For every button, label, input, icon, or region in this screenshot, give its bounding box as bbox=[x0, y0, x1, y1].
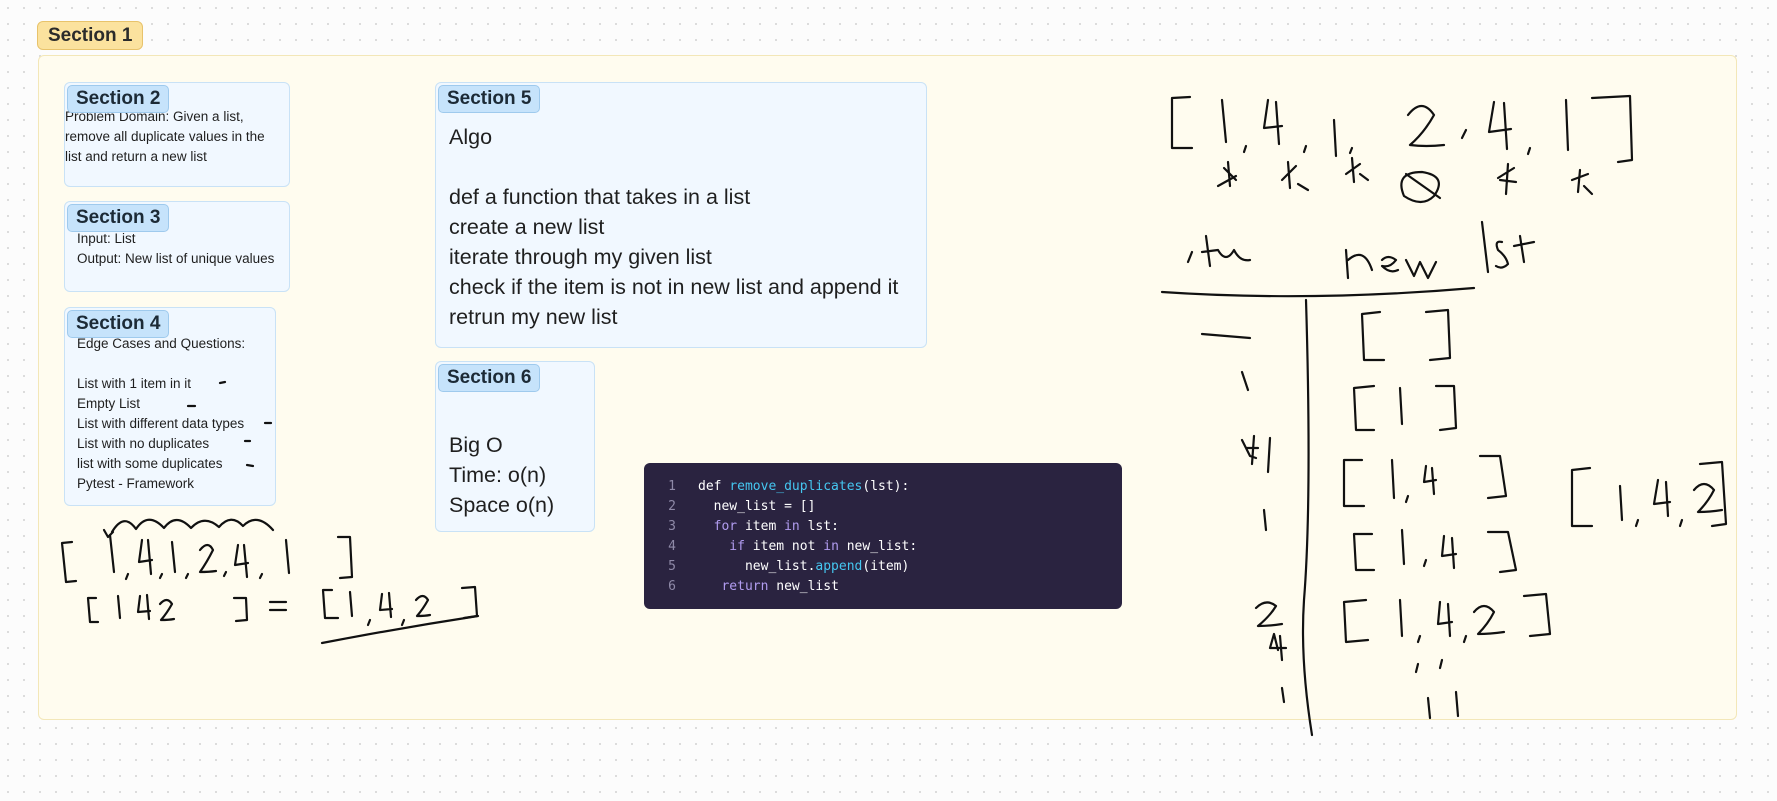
section-6-text: Big O Time: o(n) Space o(n) bbox=[449, 400, 554, 520]
line-number: 6 bbox=[668, 579, 676, 594]
section-4-label[interactable]: Section 4 bbox=[67, 310, 170, 338]
code-keyword: return bbox=[698, 579, 769, 594]
text-line: list with some duplicates bbox=[77, 456, 223, 471]
text-line: Output: New list of unique values bbox=[77, 251, 275, 266]
code-keyword: in bbox=[784, 519, 800, 534]
code-function-name: remove_duplicates bbox=[729, 479, 863, 494]
text-line: iterate through my given list bbox=[449, 245, 712, 269]
line-number: 3 bbox=[668, 519, 676, 534]
text-line: List with 1 item in it bbox=[77, 376, 192, 391]
section-3-card[interactable]: Input: List Output: New list of unique v… bbox=[64, 201, 290, 292]
section-4-text: Edge Cases and Questions: List with 1 it… bbox=[77, 334, 245, 494]
line-number: 1 bbox=[668, 479, 676, 494]
text-line: Algo bbox=[449, 125, 493, 149]
text-line bbox=[449, 400, 554, 430]
section-5-label[interactable]: Section 5 bbox=[438, 85, 541, 113]
code-text: new_list = [] bbox=[698, 499, 816, 514]
text-line: list and return a new list bbox=[65, 149, 207, 164]
section-6-label[interactable]: Section 6 bbox=[438, 364, 541, 392]
text-line: List with no duplicates bbox=[77, 436, 210, 451]
code-keyword: for bbox=[698, 519, 738, 534]
code-text: (item) bbox=[862, 559, 910, 574]
code-text: (lst): bbox=[862, 479, 910, 494]
code-keyword: in bbox=[823, 539, 839, 554]
code-line: 3 for item in lst: bbox=[644, 517, 1122, 537]
text-line: check if the item is not in new list and… bbox=[449, 275, 899, 299]
line-number: 4 bbox=[668, 539, 676, 554]
section-2-card[interactable]: Problem Domain: Given a list, remove all… bbox=[64, 82, 290, 187]
line-number: 2 bbox=[668, 499, 676, 514]
code-keyword: def bbox=[698, 479, 722, 494]
section-3-label[interactable]: Section 3 bbox=[67, 204, 170, 232]
code-line: 4 if item not in new_list: bbox=[644, 537, 1122, 557]
section-3-text: Input: List Output: New list of unique v… bbox=[77, 229, 274, 269]
text-line: List with different data types bbox=[77, 416, 245, 431]
code-line: 6 return new_list bbox=[644, 577, 1122, 597]
section-4-card[interactable]: Edge Cases and Questions: List with 1 it… bbox=[64, 307, 276, 506]
section-1-label[interactable]: Section 1 bbox=[37, 21, 144, 50]
text-line: Time: o(n) bbox=[449, 463, 547, 487]
text-line: create a new list bbox=[449, 215, 605, 239]
code-text: new_list bbox=[768, 579, 839, 594]
section-5-card[interactable]: Algo def a function that takes in a list… bbox=[435, 82, 927, 348]
text-line: Space o(n) bbox=[449, 493, 555, 517]
text-line: Empty List bbox=[77, 396, 141, 411]
code-text: new_list. bbox=[698, 559, 816, 574]
text-line: remove all duplicate values in the bbox=[65, 129, 265, 144]
code-text: item bbox=[737, 519, 785, 534]
code-text: new_list: bbox=[838, 539, 918, 554]
text-line bbox=[77, 354, 245, 374]
code-line: 2 new_list = [] bbox=[644, 497, 1122, 517]
text-line: def a function that takes in a list bbox=[449, 185, 751, 209]
code-line: 5 new_list.append(item) bbox=[644, 557, 1122, 577]
code-line: 1 def remove_duplicates(lst): bbox=[644, 477, 1122, 497]
code-function-name: append bbox=[815, 559, 863, 574]
section-2-text: Problem Domain: Given a list, remove all… bbox=[65, 107, 265, 167]
text-line: Pytest - Framework bbox=[77, 476, 195, 491]
text-line: Input: List bbox=[77, 231, 136, 246]
code-keyword: if bbox=[698, 539, 745, 554]
line-number: 5 bbox=[668, 559, 676, 574]
text-line: retrun my new list bbox=[449, 305, 618, 329]
section-5-text: Algo def a function that takes in a list… bbox=[449, 122, 898, 332]
text-line: Big O bbox=[449, 433, 503, 457]
code-block[interactable]: 1 def remove_duplicates(lst): 2 new_list … bbox=[644, 463, 1122, 609]
section-6-card[interactable]: Big O Time: o(n) Space o(n) Section 6 bbox=[435, 361, 595, 532]
code-text: lst: bbox=[799, 519, 839, 534]
code-text: item not bbox=[744, 539, 824, 554]
text-line bbox=[449, 152, 898, 182]
section-2-label[interactable]: Section 2 bbox=[67, 85, 170, 113]
